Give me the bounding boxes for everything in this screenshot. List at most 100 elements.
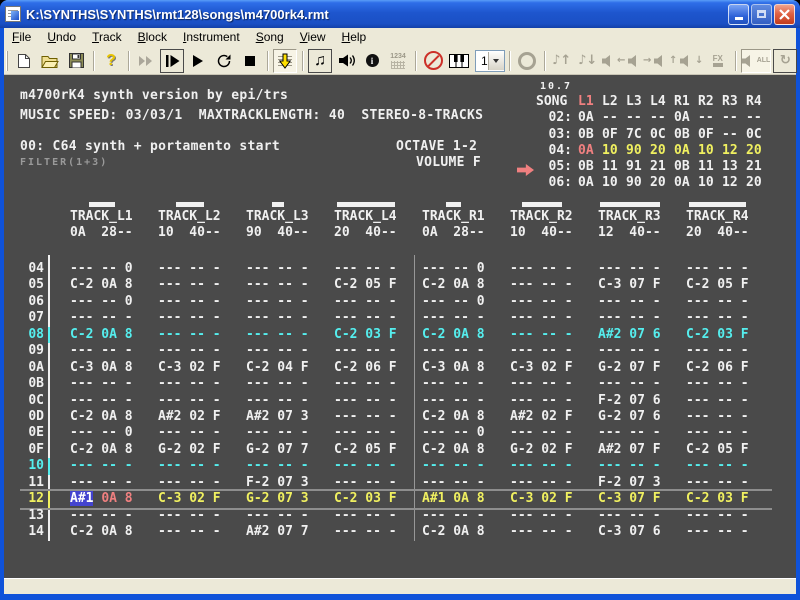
- pattern-cell[interactable]: --- -- -: [488, 524, 576, 540]
- pattern-cell[interactable]: G-2 02 F: [488, 442, 576, 458]
- pattern-cell[interactable]: --- -- -: [136, 310, 224, 326]
- pattern-cell[interactable]: --- -- -: [400, 343, 488, 359]
- menu-item-file[interactable]: File: [4, 29, 39, 46]
- song-cell[interactable]: --: [746, 110, 770, 126]
- pattern-cell[interactable]: --- -- -: [48, 393, 136, 409]
- pattern-cell[interactable]: --- -- -: [488, 343, 576, 359]
- song-cell[interactable]: --: [626, 110, 650, 126]
- song-cell[interactable]: 0A: [578, 143, 602, 159]
- song-cell[interactable]: 11: [698, 159, 722, 175]
- pattern-cell[interactable]: --- -- -: [312, 343, 400, 359]
- pattern-cell[interactable]: G-2 07 7: [224, 442, 312, 458]
- pattern-cell[interactable]: --- -- -: [224, 343, 312, 359]
- song-cell[interactable]: 0A: [674, 110, 698, 126]
- song-cell[interactable]: --: [722, 110, 746, 126]
- pattern-cell[interactable]: --- -- -: [664, 475, 752, 491]
- pattern-cell[interactable]: C-3 0A 8: [48, 360, 136, 376]
- pattern-cell[interactable]: C-3 07 F: [576, 277, 664, 293]
- volume-down-icon[interactable]: ↓: [680, 49, 704, 73]
- pattern-cell[interactable]: F-2 07 3: [224, 475, 312, 491]
- pattern-cell[interactable]: --- -- 0: [400, 261, 488, 277]
- song-cell[interactable]: 90: [626, 143, 650, 159]
- pattern-cell[interactable]: --- -- -: [224, 261, 312, 277]
- track-name[interactable]: TRACK_L2: [158, 209, 246, 224]
- pattern-cell[interactable]: --- -- -: [136, 277, 224, 293]
- pattern-cell[interactable]: --- -- -: [224, 277, 312, 293]
- pattern-cell[interactable]: --- -- -: [48, 310, 136, 326]
- track-name[interactable]: TRACK_R1: [422, 209, 510, 224]
- pattern-cell[interactable]: --- -- -: [136, 393, 224, 409]
- song-cell[interactable]: 0A: [578, 110, 602, 126]
- pattern-cell[interactable]: --- -- -: [312, 458, 400, 474]
- fast-forward-button[interactable]: [134, 49, 158, 73]
- pattern-cell[interactable]: C-2 05 F: [312, 277, 400, 293]
- pattern-cell[interactable]: --- -- -: [400, 376, 488, 392]
- pattern-cell[interactable]: C-2 0A 8: [48, 277, 136, 293]
- pattern-cell[interactable]: C-2 03 F: [312, 327, 400, 343]
- song-cell[interactable]: 10: [698, 143, 722, 159]
- pattern-cell[interactable]: --- -- -: [136, 458, 224, 474]
- song-cell[interactable]: 0A: [674, 143, 698, 159]
- menu-item-song[interactable]: Song: [248, 29, 292, 46]
- pattern-row[interactable]: 0E--- -- 0--- -- ---- -- ---- -- ---- --…: [20, 425, 772, 441]
- close-button[interactable]: [774, 4, 795, 25]
- new-file-button[interactable]: [12, 49, 36, 73]
- sound-output-button[interactable]: [334, 49, 358, 73]
- pattern-cell[interactable]: --- -- -: [664, 261, 752, 277]
- pattern-row[interactable]: 12A#1 0A 8C-3 02 FG-2 07 3C-2 03 FA#1 0A…: [20, 491, 772, 507]
- song-cell[interactable]: 20: [650, 175, 674, 191]
- song-cell[interactable]: 0C: [650, 127, 674, 143]
- pattern-cell[interactable]: --- -- -: [488, 376, 576, 392]
- song-cell[interactable]: 0F: [698, 127, 722, 143]
- pattern-cell[interactable]: --- -- -: [48, 508, 136, 524]
- pattern-cell[interactable]: C-3 02 F: [488, 491, 576, 507]
- play-from-cursor-button[interactable]: [160, 49, 184, 73]
- song-row[interactable]: 04:0A1090200A101220: [536, 143, 770, 159]
- pattern-cell[interactable]: C-3 07 F: [576, 491, 664, 507]
- pattern-cell[interactable]: C-2 0A 8: [400, 327, 488, 343]
- pattern-cell[interactable]: --- -- -: [576, 425, 664, 441]
- pattern-row[interactable]: 0FC-2 0A 8G-2 02 FG-2 07 7C-2 05 FC-2 0A…: [20, 442, 772, 458]
- pattern-cell[interactable]: --- -- -: [224, 294, 312, 310]
- pattern-cell[interactable]: G-2 07 F: [576, 360, 664, 376]
- pattern-cell[interactable]: C-2 0A 8: [400, 277, 488, 293]
- mute-button[interactable]: [421, 49, 445, 73]
- song-cell[interactable]: 21: [650, 159, 674, 175]
- pattern-row[interactable]: 11--- -- ---- -- -F-2 07 3--- -- ---- --…: [20, 475, 772, 491]
- pattern-cell[interactable]: C-2 03 F: [312, 491, 400, 507]
- pattern-cell[interactable]: --- -- -: [224, 508, 312, 524]
- pattern-cell[interactable]: --- -- -: [136, 524, 224, 540]
- song-cell[interactable]: --: [722, 127, 746, 143]
- track-name[interactable]: TRACK_R2: [510, 209, 598, 224]
- pattern-cell[interactable]: --- -- -: [400, 475, 488, 491]
- pattern-cell[interactable]: C-2 0A 8: [400, 442, 488, 458]
- pattern-cell[interactable]: --- -- -: [664, 343, 752, 359]
- song-cell[interactable]: 21: [746, 159, 770, 175]
- pattern-cell[interactable]: --- -- -: [664, 425, 752, 441]
- pattern-cell[interactable]: C-2 06 F: [664, 360, 752, 376]
- pattern-cell[interactable]: --- -- -: [576, 310, 664, 326]
- pattern-cell[interactable]: C-2 0A 8: [48, 524, 136, 540]
- song-cell[interactable]: 0B: [578, 127, 602, 143]
- pattern-cell[interactable]: --- -- -: [576, 294, 664, 310]
- song-row[interactable]: 06:0A1090200A101220: [536, 175, 770, 191]
- pattern-cell[interactable]: --- -- -: [664, 310, 752, 326]
- menu-item-view[interactable]: View: [292, 29, 334, 46]
- menu-item-help[interactable]: Help: [334, 29, 375, 46]
- pattern-cell[interactable]: --- -- -: [312, 310, 400, 326]
- help-button[interactable]: ?: [99, 49, 123, 73]
- pattern-cell[interactable]: --- -- -: [224, 393, 312, 409]
- volume-up-icon[interactable]: ↑: [654, 49, 678, 73]
- loop-icon[interactable]: ↻: [773, 49, 797, 73]
- pattern-cell[interactable]: C-2 06 F: [312, 360, 400, 376]
- song-cell[interactable]: 91: [626, 159, 650, 175]
- pattern-cell[interactable]: --- -- -: [664, 524, 752, 540]
- pattern-cell[interactable]: --- -- -: [136, 294, 224, 310]
- pattern-cell[interactable]: A#2 07 3: [224, 409, 312, 425]
- pattern-cell[interactable]: --- -- 0: [400, 425, 488, 441]
- pattern-cell[interactable]: --- -- -: [576, 261, 664, 277]
- pattern-cell[interactable]: C-2 03 F: [664, 327, 752, 343]
- pattern-cell[interactable]: --- -- -: [312, 475, 400, 491]
- edit-cursor[interactable]: A#1: [70, 491, 93, 506]
- play-loop-button[interactable]: [212, 49, 236, 73]
